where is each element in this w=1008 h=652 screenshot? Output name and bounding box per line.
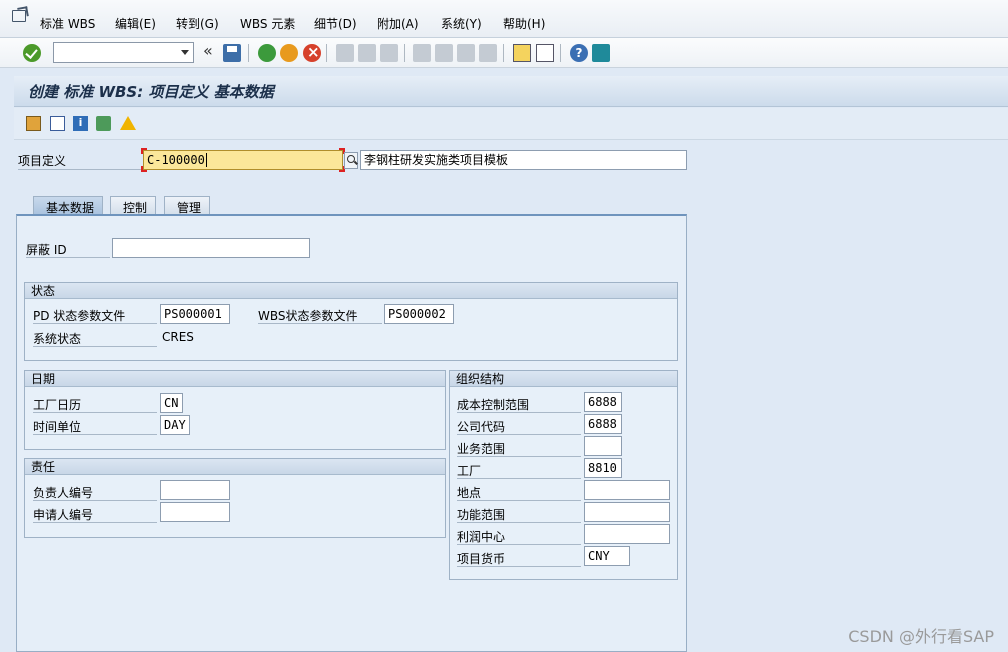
factory-calendar-field[interactable]: CN — [160, 393, 183, 413]
tab-administration[interactable]: 管理 — [164, 196, 211, 215]
status-group-header: 状态 — [25, 283, 677, 299]
person-responsible-label: 负责人编号 — [33, 484, 157, 501]
project-description: 李钢柱研发实施类项目模板 — [364, 153, 509, 167]
mask-id-label: 屏蔽 ID — [26, 241, 110, 258]
profit-center-label: 利润中心 — [457, 528, 581, 545]
command-field[interactable] — [53, 42, 194, 63]
project-builder-icon[interactable] — [26, 116, 41, 131]
project-definition-label: 项目定义 — [18, 152, 142, 170]
enter-check-icon[interactable] — [23, 44, 41, 62]
pd-status-profile-value: PS000001 — [164, 307, 222, 321]
system-status-value: CRES — [162, 330, 194, 344]
project-currency-field[interactable]: CNY — [584, 546, 630, 566]
project-description-field[interactable]: 李钢柱研发实施类项目模板 — [360, 150, 687, 170]
shortcut-icon[interactable] — [536, 44, 554, 62]
wbs-status-profile-label: WBS状态参数文件 — [258, 307, 382, 324]
exit-icon[interactable] — [280, 44, 298, 62]
project-currency-value: CNY — [588, 549, 610, 563]
title-bar: 创建 标准 WBS: 项目定义 基本数据 — [14, 76, 1008, 107]
functional-area-input[interactable] — [584, 502, 670, 522]
company-code-value: 6888 — [588, 417, 617, 431]
last-page-icon[interactable] — [479, 44, 497, 62]
toolbar-divider — [248, 44, 249, 62]
menu-wbs-element[interactable]: WBS 元素 — [240, 15, 295, 32]
menu-goto[interactable]: 转到(G) — [176, 15, 219, 32]
toolbar-divider — [560, 44, 561, 62]
print-icon[interactable] — [336, 44, 354, 62]
project-definition-value: C-100000 — [147, 153, 205, 167]
menu-extras[interactable]: 附加(A) — [377, 15, 419, 32]
next-page-icon[interactable] — [457, 44, 475, 62]
business-area-label: 业务范围 — [457, 440, 581, 457]
edit-icon[interactable] — [50, 116, 65, 131]
factory-calendar-label: 工厂日历 — [33, 396, 157, 413]
location-label: 地点 — [457, 484, 581, 501]
pd-status-profile-label: PD 状态参数文件 — [33, 307, 157, 324]
find-icon[interactable] — [358, 44, 376, 62]
organization-group-header: 组织结构 — [450, 371, 677, 387]
plant-label: 工厂 — [457, 462, 581, 479]
functional-area-label: 功能范围 — [457, 506, 581, 523]
menu-edit[interactable]: 编辑(E) — [115, 15, 156, 32]
company-code-field[interactable]: 6888 — [584, 414, 622, 434]
project-definition-input[interactable]: C-100000 — [143, 150, 343, 170]
new-session-icon[interactable] — [513, 44, 531, 62]
factory-calendar-value: CN — [164, 396, 179, 410]
toolbar-divider — [503, 44, 504, 62]
menu-system[interactable]: 系统(Y) — [441, 15, 482, 32]
previous-page-icon[interactable] — [435, 44, 453, 62]
page-title: 创建 标准 WBS: 项目定义 基本数据 — [28, 83, 274, 101]
wbs-status-profile-value: PS000002 — [388, 307, 446, 321]
person-responsible-input[interactable] — [160, 480, 230, 500]
help-icon[interactable]: ? — [570, 44, 588, 62]
plant-field[interactable]: 8810 — [584, 458, 622, 478]
cancel-icon[interactable] — [303, 43, 321, 62]
menu-standard-wbs[interactable]: 标准 WBS — [40, 15, 95, 32]
tab-control[interactable]: 控制 — [110, 196, 157, 215]
hierarchy-icon[interactable] — [96, 116, 111, 131]
menu-help[interactable]: 帮助(H) — [503, 15, 545, 32]
controlling-area-field[interactable]: 6888 — [584, 392, 622, 412]
focus-marker — [141, 166, 147, 172]
profit-center-input[interactable] — [584, 524, 670, 544]
controlling-area-value: 6888 — [588, 395, 617, 409]
wbs-status-profile-field[interactable]: PS000002 — [384, 304, 454, 324]
warning-icon[interactable] — [120, 116, 136, 130]
toolbar-divider — [404, 44, 405, 62]
back-icon[interactable] — [258, 44, 276, 62]
system-status-label: 系统状态 — [33, 330, 157, 347]
applicant-input[interactable] — [160, 502, 230, 522]
menu-details[interactable]: 细节(D) — [314, 15, 357, 32]
menu-bar: 标准 WBS 编辑(E) 转到(G) WBS 元素 细节(D) 附加(A) 系统… — [0, 0, 1008, 38]
tab-basic-data[interactable]: 基本数据 — [33, 196, 104, 215]
collapse-chevron-icon[interactable]: « — [203, 41, 213, 60]
application-toolbar: i — [14, 108, 1008, 140]
layout-settings-icon[interactable] — [592, 44, 610, 62]
project-currency-label: 项目货币 — [457, 550, 581, 567]
time-unit-field[interactable]: DAY — [160, 415, 190, 435]
watermark: CSDN @外行看SAP — [848, 627, 994, 646]
first-page-icon[interactable] — [413, 44, 431, 62]
location-input[interactable] — [584, 480, 670, 500]
find-next-icon[interactable] — [380, 44, 398, 62]
applicant-label: 申请人编号 — [33, 506, 157, 523]
plant-value: 8810 — [588, 461, 617, 475]
chevron-down-icon[interactable] — [181, 50, 189, 55]
business-area-input[interactable] — [584, 436, 622, 456]
controlling-area-label: 成本控制范围 — [457, 396, 581, 413]
system-menu-icon[interactable] — [12, 10, 26, 22]
responsibility-group-header: 责任 — [25, 459, 445, 475]
info-icon[interactable]: i — [73, 116, 88, 131]
company-code-label: 公司代码 — [457, 418, 581, 435]
focus-marker — [141, 148, 147, 154]
mask-id-input[interactable] — [112, 238, 310, 258]
time-unit-label: 时间单位 — [33, 418, 157, 435]
pd-status-profile-field[interactable]: PS000001 — [160, 304, 230, 324]
search-help-icon[interactable] — [344, 152, 358, 169]
save-icon[interactable] — [223, 44, 241, 62]
dates-group-header: 日期 — [25, 371, 445, 387]
toolbar-divider — [326, 44, 327, 62]
time-unit-value: DAY — [164, 418, 186, 432]
